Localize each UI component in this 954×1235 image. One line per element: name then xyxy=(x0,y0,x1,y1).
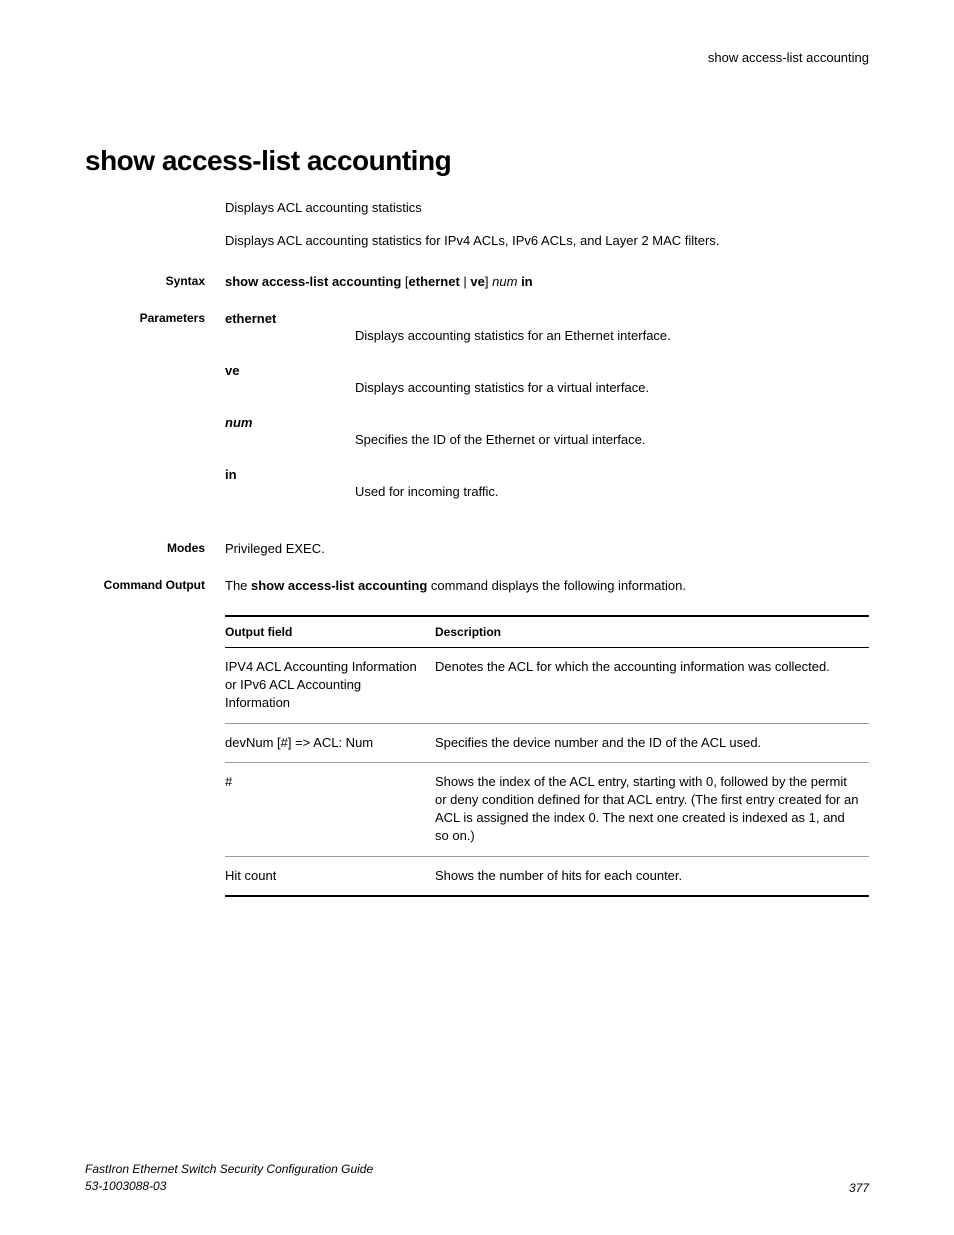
modes-label: Modes xyxy=(85,541,225,556)
table-header-field: Output field xyxy=(225,616,435,648)
syntax-content: show access-list accounting [ethernet | … xyxy=(225,274,869,289)
param-in: in Used for incoming traffic. xyxy=(225,467,869,499)
table-cell-field: IPV4 ACL Accounting Information or IPv6 … xyxy=(225,648,435,724)
syntax-section: Syntax show access-list accounting [ethe… xyxy=(85,274,869,289)
table-cell-desc: Denotes the ACL for which the accounting… xyxy=(435,648,869,724)
summary-text: Displays ACL accounting statistics xyxy=(225,200,869,215)
modes-section: Modes Privileged EXEC. xyxy=(85,541,869,556)
syntax-bracket-close: ] xyxy=(485,274,489,289)
parameters-label: Parameters xyxy=(85,311,225,519)
param-ethernet: ethernet Displays accounting statistics … xyxy=(225,311,869,343)
syntax-opt-ve: ve xyxy=(470,274,484,289)
cmd-output-cmd: show access-list accounting xyxy=(251,578,427,593)
syntax-num: num xyxy=(492,274,517,289)
running-header: show access-list accounting xyxy=(708,50,869,65)
param-desc: Specifies the ID of the Ethernet or virt… xyxy=(355,432,869,447)
table-cell-field: Hit count xyxy=(225,856,435,896)
footer-left: FastIron Ethernet Switch Security Config… xyxy=(85,1161,373,1195)
param-name: ve xyxy=(225,363,869,378)
footer-guide: FastIron Ethernet Switch Security Config… xyxy=(85,1161,373,1178)
param-desc: Used for incoming traffic. xyxy=(355,484,869,499)
cmd-output-post: command displays the following informati… xyxy=(427,578,686,593)
table-row: # Shows the index of the ACL entry, star… xyxy=(225,762,869,856)
parameters-content: ethernet Displays accounting statistics … xyxy=(225,311,869,519)
command-output-section: Command Output The show access-list acco… xyxy=(85,578,869,593)
param-desc: Displays accounting statistics for an Et… xyxy=(355,328,869,343)
description-text: Displays ACL accounting statistics for I… xyxy=(225,233,869,248)
footer-page-number: 377 xyxy=(849,1181,869,1195)
table-row: IPV4 ACL Accounting Information or IPv6 … xyxy=(225,648,869,724)
table-header-desc: Description xyxy=(435,616,869,648)
param-desc: Displays accounting statistics for a vir… xyxy=(355,380,869,395)
footer-docnum: 53-1003088-03 xyxy=(85,1178,373,1195)
param-num: num Specifies the ID of the Ethernet or … xyxy=(225,415,869,447)
content-area: Displays ACL accounting statistics Displ… xyxy=(85,200,869,897)
table-cell-desc: Shows the index of the ACL entry, starti… xyxy=(435,762,869,856)
cmd-output-pre: The xyxy=(225,578,251,593)
table-cell-desc: Shows the number of hits for each counte… xyxy=(435,856,869,896)
parameters-section: Parameters ethernet Displays accounting … xyxy=(85,311,869,519)
param-name: ethernet xyxy=(225,311,869,326)
page-title: show access-list accounting xyxy=(85,145,451,177)
command-output-label: Command Output xyxy=(85,578,225,593)
table-header-row: Output field Description xyxy=(225,616,869,648)
param-name: num xyxy=(225,415,869,430)
command-output-content: The show access-list accounting command … xyxy=(225,578,869,593)
param-name: in xyxy=(225,467,869,482)
syntax-opt-ethernet: ethernet xyxy=(409,274,460,289)
table-cell-field: # xyxy=(225,762,435,856)
syntax-label: Syntax xyxy=(85,274,225,289)
table-cell-desc: Specifies the device number and the ID o… xyxy=(435,723,869,762)
syntax-pipe: | xyxy=(460,274,471,289)
table-row: Hit count Shows the number of hits for e… xyxy=(225,856,869,896)
output-table: Output field Description IPV4 ACL Accoun… xyxy=(225,615,869,897)
modes-content: Privileged EXEC. xyxy=(225,541,869,556)
page-footer: FastIron Ethernet Switch Security Config… xyxy=(85,1161,869,1195)
table-row: devNum [#] => ACL: Num Specifies the dev… xyxy=(225,723,869,762)
syntax-cmd: show access-list accounting xyxy=(225,274,405,289)
syntax-in: in xyxy=(521,274,533,289)
table-cell-field: devNum [#] => ACL: Num xyxy=(225,723,435,762)
param-ve: ve Displays accounting statistics for a … xyxy=(225,363,869,395)
